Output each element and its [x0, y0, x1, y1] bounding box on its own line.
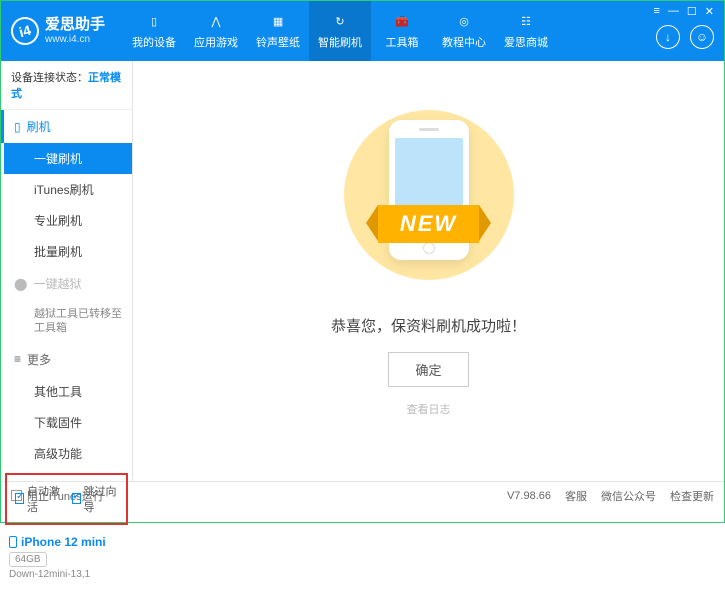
sidebar-section-jailbreak[interactable]: ⬤ 一键越狱: [4, 267, 132, 300]
checkbox-box[interactable]: [72, 493, 81, 504]
nav-icon: ⋀: [207, 12, 225, 30]
more-head-label: 更多: [27, 351, 51, 368]
sidebar-item-flash-2[interactable]: 专业刷机: [4, 205, 132, 236]
logo: i4 爱思助手 www.i4.cn: [11, 16, 105, 46]
nav-label: 教程中心: [442, 34, 486, 50]
nav-label: 应用游戏: [194, 34, 238, 50]
ok-button[interactable]: 确定: [388, 352, 468, 387]
nav-icon: ▯: [145, 12, 163, 30]
nav-icon: ▦: [269, 12, 287, 30]
sidebar-item-flash-3[interactable]: 批量刷机: [4, 236, 132, 267]
lock-icon: ⬤: [14, 277, 27, 291]
device-capacity: 64GB: [9, 552, 47, 567]
nav-item-6[interactable]: ☷ 爱思商城: [495, 1, 557, 61]
app-title: 爱思助手: [45, 16, 105, 34]
view-log-link[interactable]: 查看日志: [407, 401, 451, 417]
nav-icon: ◎: [455, 12, 473, 30]
logo-icon: i4: [8, 14, 42, 48]
nav-item-0[interactable]: ▯ 我的设备: [123, 1, 185, 61]
jailbreak-note: 越狱工具已转移至工具箱: [4, 300, 132, 343]
nav-label: 铃声壁纸: [256, 34, 300, 50]
nav-label: 我的设备: [132, 34, 176, 50]
nav-label: 智能刷机: [318, 34, 362, 50]
sidebar-item-flash-0[interactable]: 一键刷机: [4, 143, 132, 174]
more-icon: ≡: [14, 352, 21, 366]
maximize-icon[interactable]: ☐: [687, 5, 697, 18]
app-header: i4 爱思助手 www.i4.cn ▯ 我的设备 ⋀ 应用游戏 ▦ 铃声壁纸 ↻ 智能刷机 🧰 工…: [1, 1, 724, 61]
window-controls: ≡ — ☐ ✕: [653, 5, 714, 18]
device-phone-icon: [9, 536, 17, 548]
nav-icon: 🧰: [393, 12, 411, 30]
sidebar-item-more-1[interactable]: 下载固件: [4, 407, 132, 438]
sidebar-item-more-0[interactable]: 其他工具: [4, 376, 132, 407]
jailbreak-head-label: 一键越狱: [33, 275, 81, 292]
device-sub: Down-12mini-13,1: [9, 569, 124, 580]
success-illustration: NEW: [319, 105, 539, 285]
close-icon[interactable]: ✕: [705, 5, 714, 18]
app-subtitle: www.i4.cn: [45, 34, 105, 46]
flash-head-label: 刷机: [27, 118, 51, 135]
sidebar-item-flash-1[interactable]: iTunes刷机: [4, 174, 132, 205]
sidebar-section-flash[interactable]: ▯ 刷机: [1, 110, 132, 143]
success-message: 恭喜您，保资料刷机成功啦！: [331, 315, 526, 336]
checkbox-box[interactable]: [15, 493, 24, 504]
nav-icon: ☷: [517, 12, 535, 30]
nav-label: 工具箱: [386, 34, 419, 50]
device-name: iPhone 12 mini: [21, 535, 106, 549]
phone-icon: ▯: [14, 120, 21, 134]
minimize-icon[interactable]: —: [668, 5, 679, 18]
menu-icon[interactable]: ≡: [653, 5, 659, 18]
sidebar-section-more[interactable]: ≡ 更多: [4, 343, 132, 376]
nav-item-4[interactable]: 🧰 工具箱: [371, 1, 433, 61]
nav-item-2[interactable]: ▦ 铃声壁纸: [247, 1, 309, 61]
connection-status: 设备连接状态：正常模式: [1, 61, 132, 110]
nav-item-3[interactable]: ↻ 智能刷机: [309, 1, 371, 61]
device-info[interactable]: iPhone 12 mini 64GB Down-12mini-13,1: [1, 529, 132, 590]
nav-item-1[interactable]: ⋀ 应用游戏: [185, 1, 247, 61]
user-icon[interactable]: ☺: [690, 25, 714, 49]
nav-icon: ↻: [331, 12, 349, 30]
download-icon[interactable]: ↓: [656, 25, 680, 49]
conn-label: 设备连接状态：: [11, 72, 88, 84]
nav-label: 爱思商城: [504, 34, 548, 50]
sidebar: 设备连接状态：正常模式 ▯ 刷机 一键刷机iTunes刷机专业刷机批量刷机 ⬤ …: [1, 61, 133, 481]
main-content: NEW 恭喜您，保资料刷机成功啦！ 确定 查看日志: [133, 61, 724, 481]
banner-text: NEW: [378, 205, 479, 243]
version-label: V7.98.66: [507, 490, 551, 502]
sidebar-item-more-2[interactable]: 高级功能: [4, 438, 132, 469]
nav-item-5[interactable]: ◎ 教程中心: [433, 1, 495, 61]
block-itunes-label: 阻止iTunes运行: [27, 488, 104, 504]
footer-link-0[interactable]: 客服: [565, 488, 587, 504]
footer-link-1[interactable]: 微信公众号: [601, 488, 656, 504]
footer-link-2[interactable]: 检查更新: [670, 488, 714, 504]
top-nav: ▯ 我的设备 ⋀ 应用游戏 ▦ 铃声壁纸 ↻ 智能刷机 🧰 工具箱 ◎ 教程中心 ☷ 爱思商城: [123, 1, 557, 61]
